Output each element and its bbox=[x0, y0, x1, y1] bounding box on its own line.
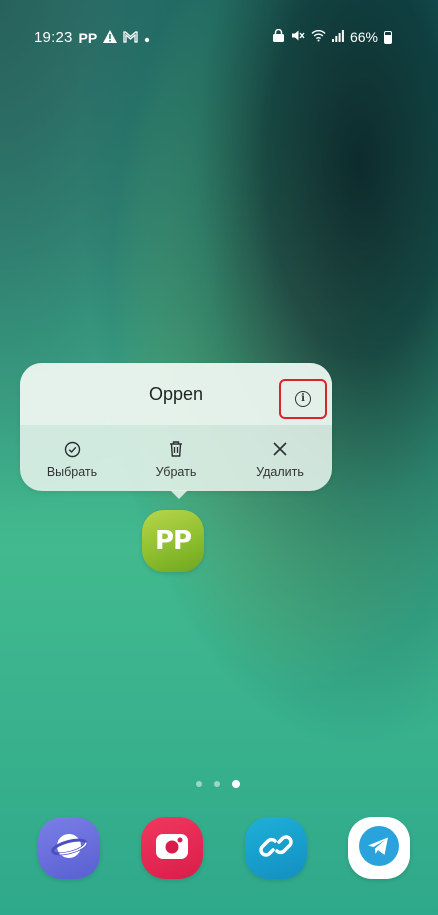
app-icon-text: PP bbox=[154, 526, 192, 556]
status-right: 66% bbox=[272, 28, 392, 45]
uninstall-label: Удалить bbox=[256, 465, 304, 479]
page-dot-3[interactable] bbox=[232, 780, 240, 788]
paper-plane-icon bbox=[356, 823, 402, 874]
gmail-icon bbox=[123, 30, 138, 46]
status-time: 19:23 bbox=[34, 29, 73, 46]
info-icon: i bbox=[295, 391, 311, 407]
remove-button[interactable]: Убрать bbox=[124, 425, 228, 491]
status-bar: 19:23 PP 66% bbox=[0, 0, 438, 68]
oppen-app-icon[interactable]: PP bbox=[142, 510, 204, 572]
trash-icon bbox=[168, 439, 184, 459]
select-button[interactable]: Выбрать bbox=[20, 425, 124, 491]
dock-internet-app[interactable] bbox=[38, 817, 100, 879]
chain-link-icon bbox=[258, 828, 294, 869]
status-left: 19:23 PP bbox=[34, 29, 150, 46]
page-indicator[interactable] bbox=[196, 780, 240, 788]
dock-camera-app[interactable] bbox=[141, 817, 204, 879]
remove-label: Убрать bbox=[155, 465, 197, 479]
battery-percent: 66% bbox=[349, 29, 378, 45]
signal-icon bbox=[331, 29, 344, 45]
dock-telegram-app[interactable] bbox=[347, 817, 410, 879]
wifi-icon bbox=[311, 29, 326, 45]
alarm-lock-icon bbox=[272, 28, 285, 45]
page-dot-1[interactable] bbox=[196, 781, 202, 787]
dock bbox=[38, 816, 410, 880]
app-info-button[interactable]: i bbox=[279, 379, 327, 419]
camera-icon bbox=[154, 831, 190, 866]
app-context-popup: Oppen i Выбрать Убрать Удалить bbox=[20, 363, 332, 499]
more-notifications-dot-icon bbox=[144, 30, 150, 46]
dock-link-app[interactable] bbox=[244, 817, 307, 879]
select-label: Выбрать bbox=[46, 465, 98, 479]
page-dot-2[interactable] bbox=[214, 781, 220, 787]
mute-icon bbox=[291, 29, 305, 45]
check-circle-icon bbox=[64, 439, 81, 459]
warning-icon bbox=[103, 29, 118, 46]
battery-icon bbox=[384, 30, 392, 44]
uninstall-button[interactable]: Удалить bbox=[228, 425, 332, 491]
planet-icon bbox=[49, 826, 89, 871]
close-icon bbox=[272, 439, 288, 459]
notification-pp-icon: PP bbox=[78, 29, 98, 46]
popup-actions: Выбрать Убрать Удалить bbox=[20, 425, 332, 491]
